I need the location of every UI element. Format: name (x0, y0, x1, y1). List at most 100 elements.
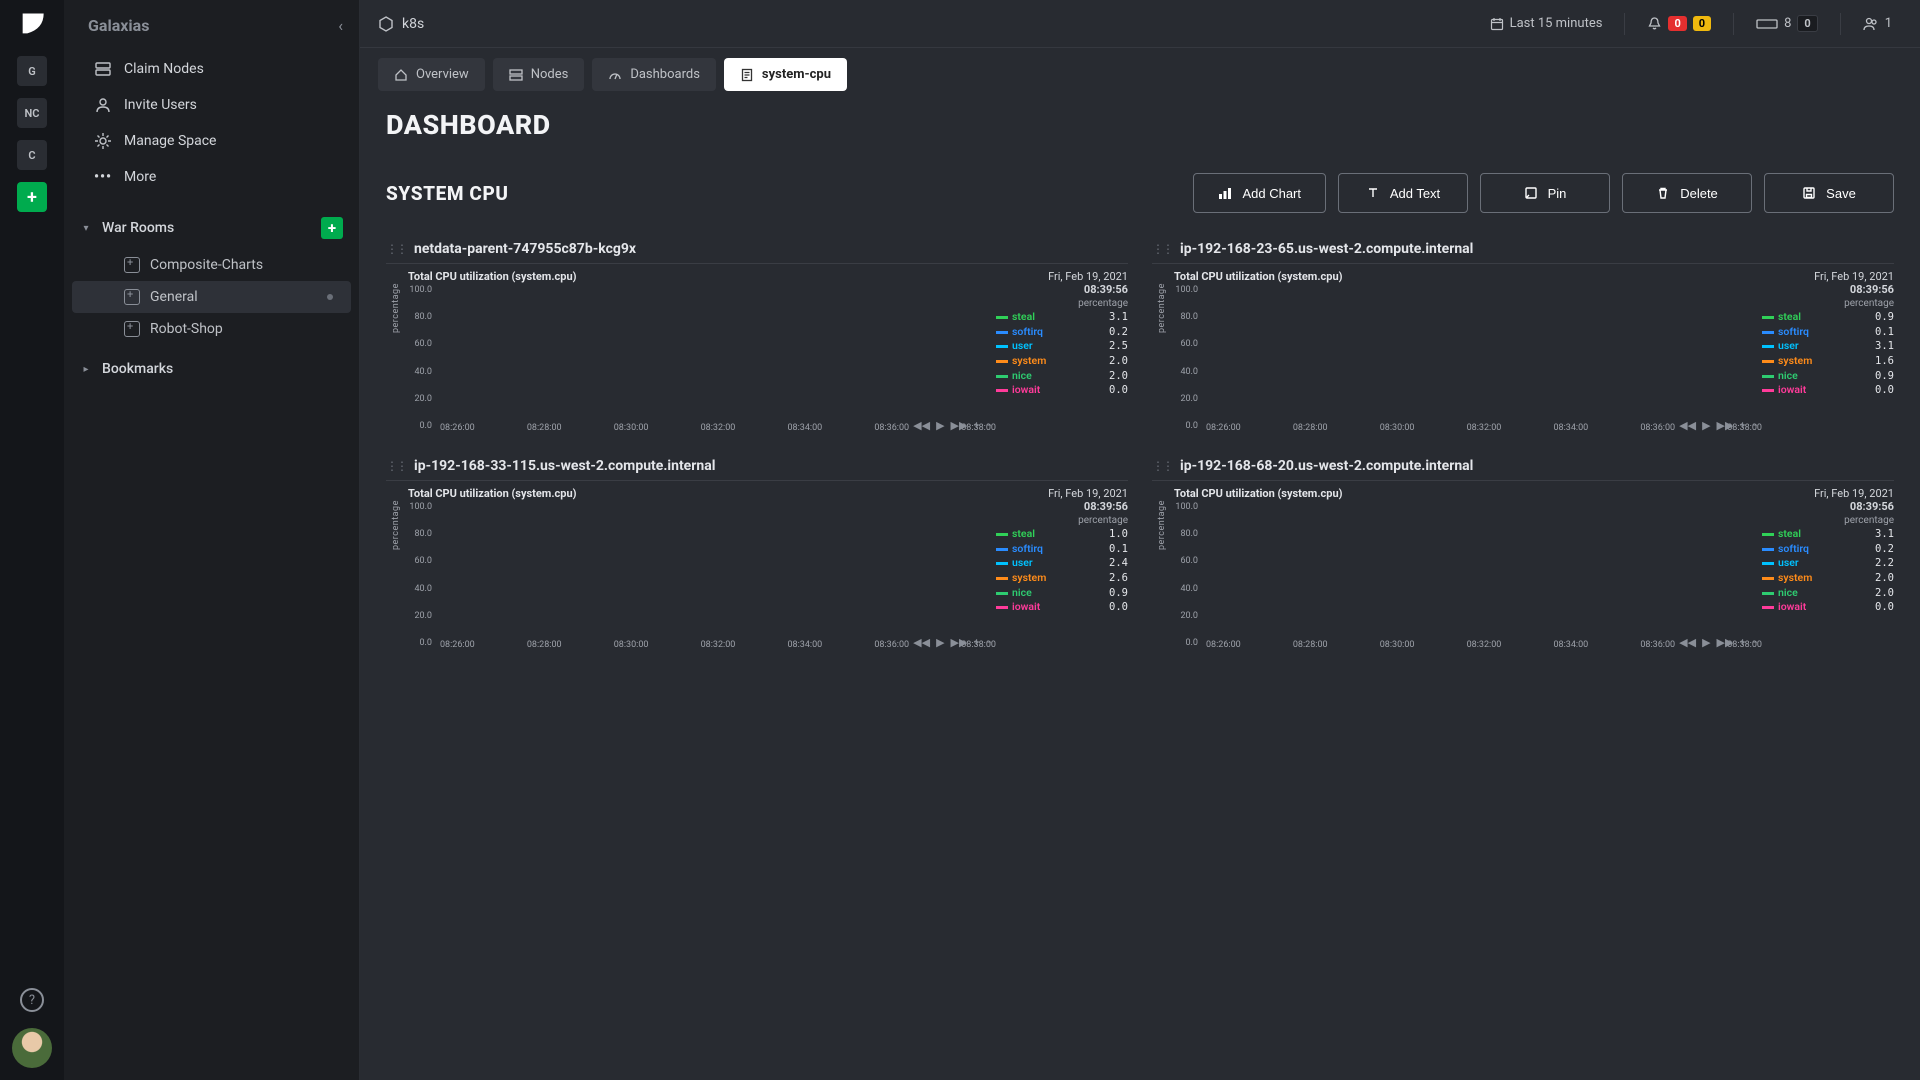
legend-value: 1.6 (1875, 354, 1894, 369)
time-range-picker[interactable]: Last 15 minutes (1482, 16, 1611, 31)
sidebar-section-warrooms[interactable]: ▾ War Rooms + (64, 207, 359, 249)
add-text-button[interactable]: Add Text (1338, 173, 1468, 213)
breadcrumb[interactable]: k8s (378, 16, 424, 32)
drag-handle-icon[interactable]: ⋮⋮ (386, 242, 406, 256)
sidebar-section-bookmarks[interactable]: ▸ Bookmarks (64, 351, 359, 387)
room-icon (124, 257, 140, 273)
user-icon (94, 96, 112, 114)
tab-label: Nodes (531, 67, 569, 82)
room-label: Composite-Charts (150, 257, 263, 273)
drag-handle-icon[interactable]: ⋮⋮ (1152, 242, 1172, 256)
users-indicator[interactable]: 1 (1855, 16, 1900, 31)
legend-name: system (1778, 571, 1812, 586)
button-label: Save (1826, 186, 1856, 201)
y-axis-label: percentage (391, 500, 401, 550)
y-tick: 40.0 (1174, 584, 1202, 594)
chart-host: netdata-parent-747955c87b-kcg9x (414, 241, 636, 257)
space-badge[interactable]: C (17, 140, 47, 170)
legend-name: iowait (1778, 383, 1806, 398)
y-tick: 40.0 (408, 367, 436, 377)
alerts-indicator[interactable]: 0 0 (1639, 16, 1719, 31)
legend-row: steal0.9 (1762, 310, 1894, 325)
tab-nodes[interactable]: Nodes (493, 58, 585, 91)
save-button[interactable]: Save (1764, 173, 1894, 213)
legend-row: iowait0.0 (996, 383, 1128, 398)
nodes-off-badge: 0 (1797, 15, 1817, 32)
legend-row: softirq0.2 (1762, 542, 1894, 557)
legend-swatch (996, 562, 1008, 565)
legend-swatch (1762, 606, 1774, 609)
legend-row: softirq0.2 (996, 325, 1128, 340)
tab-overview[interactable]: Overview (378, 58, 485, 91)
room-icon (124, 321, 140, 337)
legend-swatch (1762, 375, 1774, 378)
content: DASHBOARD SYSTEM CPU Add Chart Add Text … (360, 91, 1920, 1080)
legend-name: nice (1012, 586, 1032, 601)
calendar-icon (1490, 17, 1504, 31)
section-title: SYSTEM CPU (386, 182, 509, 205)
y-tick: 40.0 (1174, 367, 1202, 377)
plot-area[interactable]: Total CPU utilization (system.cpu)Fri, F… (1174, 487, 1762, 649)
pin-button[interactable]: Pin (1480, 173, 1610, 213)
sidebar-item-claim-nodes[interactable]: Claim Nodes (64, 51, 359, 87)
tabs: Overview Nodes Dashboards system-cpu (360, 48, 1920, 91)
legend-name: user (1012, 339, 1033, 354)
sidebar-item-more[interactable]: ••• More (64, 159, 359, 195)
legend-row: user2.5 (996, 339, 1128, 354)
legend-name: steal (1012, 527, 1035, 542)
app-logo-icon[interactable] (18, 10, 46, 38)
legend-row: softirq0.1 (1762, 325, 1894, 340)
legend-swatch (996, 533, 1008, 536)
add-warroom-button[interactable]: + (321, 217, 343, 239)
warroom-item[interactable]: General (72, 281, 351, 313)
nodes-count: 8 (1784, 16, 1791, 31)
tab-dashboards[interactable]: Dashboards (592, 58, 716, 91)
chart-card: ⋮⋮ip-192-168-23-65.us-west-2.compute.int… (1152, 235, 1894, 436)
legend-name: user (1012, 556, 1033, 571)
stacked-area (1206, 604, 1762, 626)
add-chart-button[interactable]: Add Chart (1193, 173, 1326, 213)
legend-value: 3.1 (1109, 310, 1128, 325)
legend-swatch (996, 592, 1008, 595)
avatar[interactable] (12, 1028, 52, 1068)
axis-unit: percentage (1844, 515, 1894, 526)
drag-handle-icon[interactable]: ⋮⋮ (1152, 459, 1172, 473)
y-tick: 60.0 (408, 556, 436, 566)
button-label: Delete (1680, 186, 1718, 201)
sidebar-item-label: Claim Nodes (124, 61, 204, 77)
delete-button[interactable]: Delete (1622, 173, 1752, 213)
legend-name: system (1012, 354, 1046, 369)
tab-system-cpu[interactable]: system-cpu (724, 58, 847, 91)
legend-name: softirq (1012, 325, 1043, 340)
add-space-button[interactable]: + (17, 182, 47, 212)
y-tick: 60.0 (1174, 339, 1202, 349)
y-tick: 20.0 (408, 611, 436, 621)
space-badge[interactable]: G (17, 56, 47, 86)
help-icon[interactable]: ? (20, 988, 44, 1012)
warroom-item[interactable]: Composite-Charts (72, 249, 351, 281)
plot-area[interactable]: Total CPU utilization (system.cpu)Fri, F… (408, 487, 996, 649)
legend-value: 3.1 (1875, 339, 1894, 354)
plot-area[interactable]: Total CPU utilization (system.cpu)Fri, F… (1174, 270, 1762, 432)
legend-name: steal (1012, 310, 1035, 325)
active-dot (327, 294, 333, 300)
y-tick: 60.0 (1174, 556, 1202, 566)
sidebar-item-invite-users[interactable]: Invite Users (64, 87, 359, 123)
nodes-indicator[interactable]: 8 0 (1748, 15, 1826, 32)
legend-name: iowait (1778, 600, 1806, 615)
nodes-icon (94, 60, 112, 78)
legend-value: 0.0 (1109, 383, 1128, 398)
stacked-area (440, 604, 996, 626)
more-icon: ••• (94, 168, 112, 186)
sidebar-collapse-icon[interactable]: ‹ (338, 16, 343, 35)
drag-handle-icon[interactable]: ⋮⋮ (386, 459, 406, 473)
room-label: General (150, 289, 198, 305)
plot-area[interactable]: Total CPU utilization (system.cpu)Fri, F… (408, 270, 996, 432)
space-badge[interactable]: NC (17, 98, 47, 128)
legend-row: steal3.1 (1762, 527, 1894, 542)
sidebar-item-label: More (124, 169, 156, 185)
warroom-item[interactable]: Robot-Shop (72, 313, 351, 345)
legend-row: nice2.0 (996, 369, 1128, 384)
legend-row: nice2.0 (1762, 586, 1894, 601)
sidebar-item-manage-space[interactable]: Manage Space (64, 123, 359, 159)
